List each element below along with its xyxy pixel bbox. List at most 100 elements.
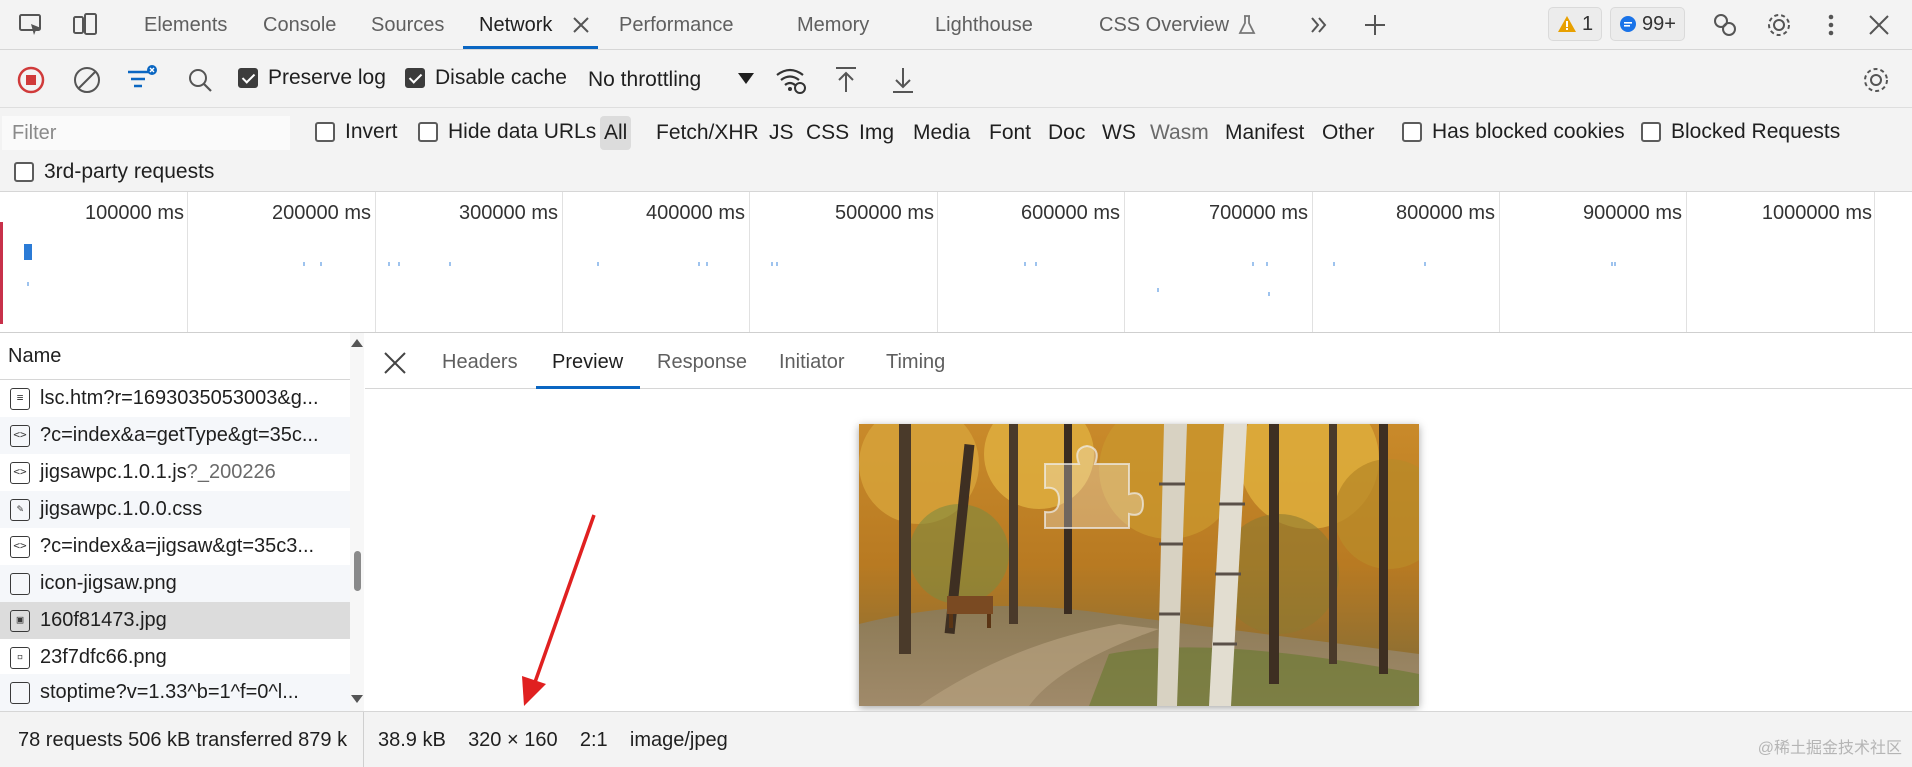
request-row[interactable]: ✎ jigsawpc.1.0.0.css (0, 491, 350, 528)
tab-css-overview[interactable]: CSS Overview (1099, 0, 1229, 50)
filter-type-wasm[interactable]: Wasm (1146, 116, 1213, 150)
close-tab-icon[interactable] (566, 8, 596, 42)
disable-cache-checkbox[interactable]: Disable cache (405, 66, 567, 90)
name-column-header[interactable]: Name (0, 333, 350, 380)
disable-cache-label: Disable cache (435, 66, 567, 89)
tab-headers[interactable]: Headers (442, 333, 518, 389)
filter-type-other[interactable]: Other (1318, 116, 1379, 150)
tab-timing[interactable]: Timing (886, 333, 945, 389)
invert-box[interactable] (315, 122, 335, 142)
message-icon (1620, 16, 1636, 32)
inspect-element-icon[interactable] (14, 8, 48, 42)
request-dot (1611, 262, 1613, 266)
preview-info: 38.9 kB 320 × 160 2:1 image/jpeg (378, 712, 728, 767)
request-dot (771, 262, 773, 266)
filter-type-font[interactable]: Font (985, 116, 1035, 150)
blocked-requests-box[interactable] (1641, 122, 1661, 142)
scroll-down-icon[interactable] (351, 695, 363, 703)
device-toolbar-icon[interactable] (68, 8, 102, 42)
filter-type-fetch-xhr[interactable]: Fetch/XHR (652, 116, 763, 150)
close-detail-icon[interactable] (383, 351, 407, 375)
tab-response[interactable]: Response (657, 333, 747, 389)
request-dot (1268, 292, 1270, 296)
tab-network[interactable]: Network (479, 0, 552, 50)
filter-type-media[interactable]: Media (909, 116, 974, 150)
record-stop-icon[interactable] (13, 62, 49, 98)
request-row[interactable]: <> ?c=index&a=getType&gt=35c... (0, 417, 350, 454)
load-marker (0, 222, 3, 324)
detail-tabs: Headers Preview Response Initiator Timin… (365, 333, 1912, 389)
filter-type-manifest[interactable]: Manifest (1221, 116, 1308, 150)
filter-type-ws[interactable]: WS (1098, 116, 1140, 150)
tab-initiator[interactable]: Initiator (779, 333, 845, 389)
request-name: lsc.htm?r=1693035053003&g... (40, 387, 319, 409)
import-har-icon[interactable] (828, 62, 864, 98)
network-toolbar: Preserve log Disable cache (0, 50, 1912, 108)
blocked-requests-checkbox[interactable]: Blocked Requests (1641, 120, 1840, 144)
network-conditions-icon[interactable] (773, 62, 809, 98)
filter-type-js[interactable]: JS (765, 116, 798, 150)
preserve-log-box[interactable] (238, 68, 258, 88)
request-row[interactable]: icon-jigsaw.png (0, 565, 350, 602)
filter-type-doc[interactable]: Doc (1044, 116, 1089, 150)
request-list-scrollbar[interactable] (350, 333, 364, 711)
hide-data-urls-box[interactable] (418, 122, 438, 142)
search-icon[interactable] (182, 62, 218, 98)
network-settings-gear-icon[interactable] (1858, 62, 1894, 98)
more-tabs-icon[interactable] (1302, 8, 1336, 42)
tick-label: 700000 ms (1209, 202, 1308, 224)
filter-icon[interactable] (124, 62, 160, 98)
more-options-icon[interactable] (1814, 8, 1848, 42)
request-bar (24, 244, 32, 260)
has-blocked-cookies-box[interactable] (1402, 122, 1422, 142)
tick-label: 1000000 ms (1761, 202, 1872, 224)
preserve-log-checkbox[interactable]: Preserve log (238, 66, 386, 90)
third-party-checkbox[interactable]: 3rd-party requests (14, 160, 214, 184)
request-dot (388, 262, 390, 266)
filter-type-all[interactable]: All (600, 116, 632, 150)
add-tab-icon[interactable] (1358, 8, 1392, 42)
request-row[interactable]: ▫ 23f7dfc66.png (0, 639, 350, 676)
grid-line (562, 192, 563, 332)
request-name: jigsawpc.1.0.0.css (40, 498, 203, 520)
scroll-thumb[interactable] (354, 551, 361, 591)
scroll-up-icon[interactable] (351, 339, 363, 347)
request-row[interactable]: ≡ lsc.htm?r=1693035053003&g... (0, 380, 350, 417)
tab-lighthouse[interactable]: Lighthouse (935, 0, 1033, 50)
disable-cache-box[interactable] (405, 68, 425, 88)
filter-type-img[interactable]: Img (855, 116, 898, 150)
settings-gear-icon[interactable] (1762, 8, 1796, 42)
warnings-badge[interactable]: 1 (1548, 7, 1603, 41)
clear-icon[interactable] (69, 62, 105, 98)
grid-line (937, 192, 938, 332)
network-overview-timeline[interactable]: 100000 ms 200000 ms 300000 ms 400000 ms … (0, 192, 1912, 333)
tab-console[interactable]: Console (263, 0, 336, 50)
filter-type-css[interactable]: CSS (802, 116, 853, 150)
request-name: 23f7dfc66.png (40, 646, 167, 668)
tab-preview[interactable]: Preview (552, 333, 623, 389)
throttling-select[interactable]: No throttling (578, 62, 758, 98)
request-row[interactable]: <> ?c=index&a=jigsaw&gt=35c3... (0, 528, 350, 565)
request-list: Name ≡ lsc.htm?r=1693035053003&g... <> ?… (0, 333, 364, 711)
close-devtools-icon[interactable] (1862, 8, 1896, 42)
customize-icon[interactable] (1708, 8, 1742, 42)
chevron-down-icon[interactable] (738, 73, 754, 84)
messages-badge[interactable]: 99+ (1610, 7, 1685, 41)
tab-performance[interactable]: Performance (619, 0, 734, 50)
has-blocked-cookies-checkbox[interactable]: Has blocked cookies (1402, 120, 1625, 144)
status-bar: 78 requests 506 kB transferred 879 k 38.… (0, 711, 1912, 767)
request-row[interactable]: <> jigsawpc.1.0.1.js?_200226 (0, 454, 350, 491)
tab-memory[interactable]: Memory (797, 0, 869, 50)
tab-elements[interactable]: Elements (144, 0, 227, 50)
preserve-log-label: Preserve log (268, 66, 386, 89)
export-har-icon[interactable] (885, 62, 921, 98)
tab-sources[interactable]: Sources (371, 0, 444, 50)
filter-input[interactable] (2, 116, 290, 150)
request-row[interactable]: stoptime?v=1.33^b=1^f=0^l... (0, 674, 350, 711)
hide-data-urls-checkbox[interactable]: Hide data URLs (418, 120, 596, 144)
request-row-selected[interactable]: ▣ 160f81473.jpg (0, 602, 350, 639)
invert-checkbox[interactable]: Invert (315, 120, 398, 144)
request-dot (398, 262, 400, 266)
request-dot (698, 262, 700, 266)
third-party-box[interactable] (14, 162, 34, 182)
